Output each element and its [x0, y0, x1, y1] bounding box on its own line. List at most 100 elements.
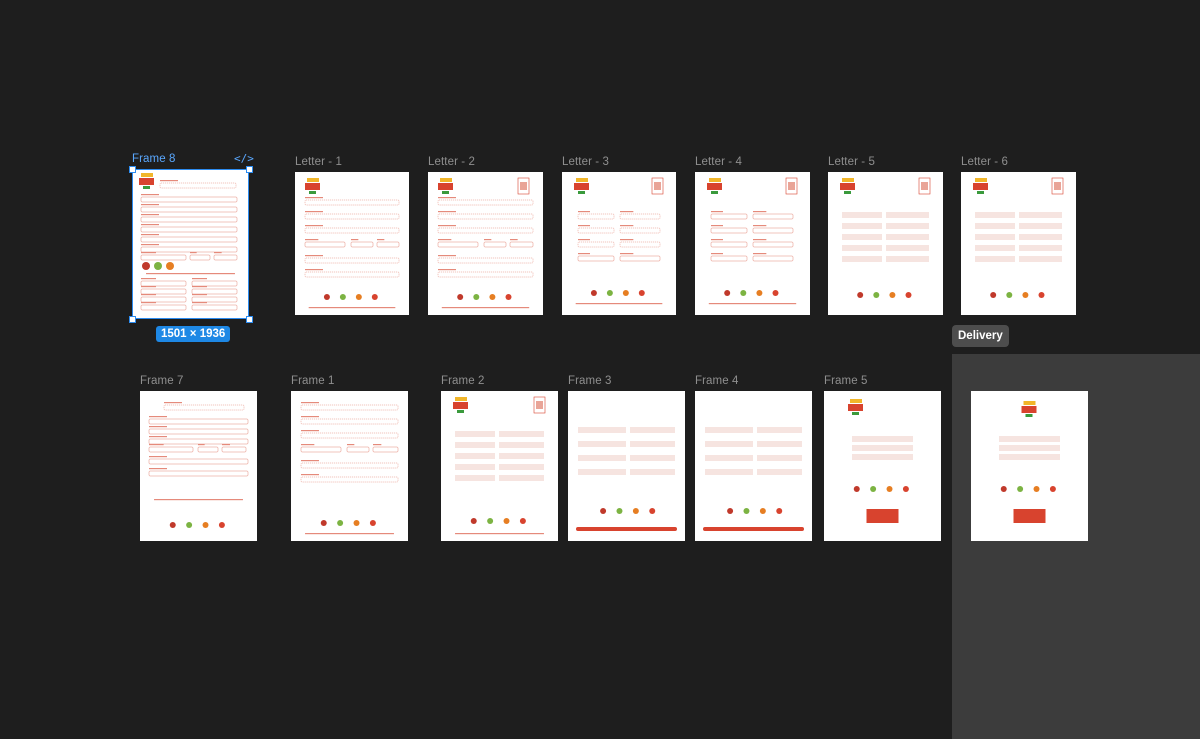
frame-frame-5[interactable]	[824, 391, 941, 541]
page-preview	[576, 427, 677, 531]
frame-label-letter-2[interactable]: Letter - 2	[428, 156, 475, 168]
frame-frame-1[interactable]	[291, 391, 408, 541]
form-field-label	[164, 402, 182, 404]
form-field-line	[619, 227, 661, 234]
form-field-line	[304, 241, 346, 248]
qr-code-icon	[533, 396, 546, 414]
frame-frame-8[interactable]	[132, 169, 249, 319]
form-field-label	[753, 253, 767, 255]
shaded-field	[499, 442, 544, 448]
frame-frame-2[interactable]	[441, 391, 558, 541]
form-field-label	[160, 180, 178, 182]
frame-label-frame-4[interactable]: Frame 4	[695, 375, 739, 387]
frame-label-frame-5[interactable]: Frame 5	[824, 375, 868, 387]
form-field-label	[305, 239, 319, 241]
form-field-line	[140, 288, 187, 295]
frame-label-letter-1[interactable]: Letter - 1	[295, 156, 342, 168]
form-field-label	[141, 294, 156, 296]
code-icon[interactable]: </>	[234, 152, 254, 165]
form-field-label	[141, 302, 156, 304]
frame-frame-4[interactable]	[695, 391, 812, 541]
page-preview	[703, 427, 804, 531]
frame-letter-3[interactable]	[562, 172, 676, 315]
dimension-badge: 1501 × 1936	[156, 326, 231, 342]
form-field-line	[304, 271, 400, 278]
form-field-label	[305, 197, 323, 199]
form-field-label	[141, 234, 159, 236]
form-field-line	[213, 254, 238, 261]
resize-handle-bottom-left[interactable]	[129, 316, 136, 323]
frame-frame-3[interactable]	[568, 391, 685, 541]
frame-letter-1[interactable]	[295, 172, 409, 315]
qr-code-icon	[517, 177, 530, 195]
sponsor-logos	[724, 290, 779, 296]
shaded-field	[975, 256, 1015, 262]
page-preview	[148, 402, 249, 528]
section-label-delivery[interactable]: Delivery	[952, 325, 1009, 347]
form-field-line	[619, 255, 661, 262]
form-field-label	[578, 239, 590, 241]
sponsor-logos	[323, 294, 378, 300]
form-field-line	[197, 446, 219, 453]
shaded-field	[455, 464, 495, 470]
shaded-field	[1019, 223, 1062, 229]
frame-letter-4[interactable]	[695, 172, 810, 315]
form-field-line	[159, 182, 237, 189]
shaded-field	[455, 442, 495, 448]
form-field-label	[305, 225, 323, 227]
frame-letter-5[interactable]	[828, 172, 943, 315]
form-field-label	[578, 225, 590, 227]
shaded-field	[999, 454, 1060, 460]
form-field-label	[305, 269, 323, 271]
form-field-line	[148, 428, 249, 435]
frame-label-frame-3[interactable]: Frame 3	[568, 375, 612, 387]
design-canvas[interactable]: Delivery Frame 8 Letter - 1 Letter - 2 L…	[0, 0, 1200, 739]
form-field-label	[373, 444, 382, 446]
footer-text	[455, 533, 544, 535]
form-field-label	[438, 239, 452, 241]
resize-handle-top-left[interactable]	[129, 166, 136, 173]
frame-letter-6[interactable]	[961, 172, 1076, 315]
form-field-label	[620, 225, 634, 227]
form-field-line	[752, 227, 794, 234]
form-field-label	[149, 426, 167, 428]
form-field-label	[351, 239, 359, 241]
form-field-line	[710, 213, 748, 220]
resize-handle-bottom-right[interactable]	[246, 316, 253, 323]
form-field-line	[191, 280, 238, 287]
shaded-field	[455, 453, 495, 459]
form-field-line	[304, 257, 400, 264]
form-field-label	[711, 211, 723, 213]
form-field-label	[578, 253, 590, 255]
form-field-line	[148, 458, 249, 465]
sponsor-logos	[470, 518, 526, 524]
frame-label-letter-6[interactable]: Letter - 6	[961, 156, 1008, 168]
contact-box	[866, 509, 899, 523]
race-logo	[848, 399, 863, 415]
form-field-line	[437, 199, 534, 206]
form-field-line	[619, 241, 661, 248]
frame-frame-7[interactable]	[140, 391, 257, 541]
frame-label-frame-8[interactable]: Frame 8	[132, 153, 176, 165]
form-field-line	[437, 227, 534, 234]
form-field-label	[753, 225, 767, 227]
form-field-label	[438, 197, 456, 199]
form-field-line	[437, 257, 534, 264]
shaded-field	[975, 212, 1015, 218]
race-logo	[453, 397, 468, 413]
form-field-line	[300, 476, 399, 483]
frame-label-frame-2[interactable]: Frame 2	[441, 375, 485, 387]
frame-label-letter-5[interactable]: Letter - 5	[828, 156, 875, 168]
form-field-line	[140, 226, 238, 233]
frame-label-frame-7[interactable]: Frame 7	[140, 375, 184, 387]
frame-letter-2[interactable]	[428, 172, 543, 315]
frame-label-frame-1[interactable]: Frame 1	[291, 375, 335, 387]
page-preview	[574, 177, 664, 305]
frame-label-letter-3[interactable]: Letter - 3	[562, 156, 609, 168]
shaded-field	[842, 212, 882, 218]
footer-text	[708, 303, 797, 305]
resize-handle-top-right[interactable]	[246, 166, 253, 173]
race-logo	[973, 178, 988, 194]
frame-delivery[interactable]	[971, 391, 1088, 541]
frame-label-letter-4[interactable]: Letter - 4	[695, 156, 742, 168]
